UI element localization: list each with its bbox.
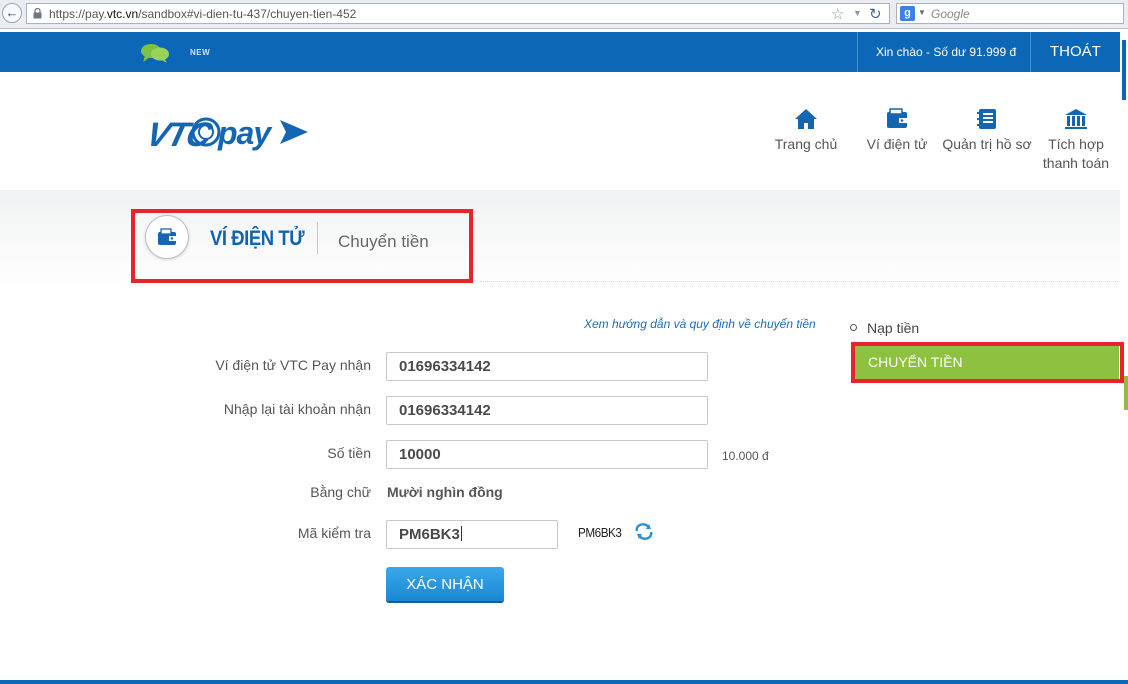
bullet-icon [850, 324, 857, 331]
amount-formatted: 10.000 đ [722, 449, 769, 463]
search-placeholder: Google [931, 7, 970, 21]
amount-in-words-value: Mười nghìn đồng [387, 484, 503, 500]
wallet-icon [887, 108, 907, 128]
google-icon: g [900, 6, 915, 21]
input-value: PM6BK3 [399, 526, 460, 543]
top-bar: NEW Xin chào - Số dư 91.999 đ THOÁT [0, 32, 1120, 72]
divider [480, 281, 1120, 282]
scrollbar-thumb[interactable] [1122, 40, 1126, 100]
recipient-wallet-label: Ví điện tử VTC Pay nhận [215, 357, 371, 373]
nav-profile-admin[interactable]: Quản trị hồ sơ [940, 108, 1034, 154]
captcha-label: Mã kiểm tra [297, 525, 371, 541]
lock-icon [33, 8, 42, 19]
captcha-input[interactable]: PM6BK3 [386, 520, 558, 549]
amount-input[interactable]: 10000 [386, 440, 708, 469]
footer-bar [0, 680, 1128, 684]
nav-payment-integration[interactable]: Tích hợp thanh toán [1038, 108, 1114, 173]
text-caret [460, 526, 462, 541]
new-badge: NEW [190, 48, 211, 57]
chevron-down-icon[interactable]: ▼ [853, 8, 862, 18]
amount-label: Số tiền [327, 445, 371, 461]
home-icon [795, 109, 817, 129]
highlight-box [131, 209, 473, 283]
svg-text:pay: pay [217, 115, 273, 151]
sidebar-item-label: Nạp tiền [867, 320, 920, 336]
nav-label: Trang chủ [774, 136, 838, 152]
chat-bubbles-icon[interactable] [140, 42, 170, 64]
nav-label: thanh toán [1042, 155, 1110, 171]
divider [857, 32, 858, 72]
recipient-wallet-input[interactable]: 01696334142 [386, 352, 708, 381]
bookmark-star-icon[interactable]: ☆ [831, 5, 844, 23]
nav-home[interactable]: Trang chủ [772, 108, 840, 154]
confirm-account-input[interactable]: 01696334142 [386, 396, 708, 425]
vtc-pay-logo[interactable]: VTC pay [140, 108, 310, 154]
confirm-button[interactable]: XÁC NHẬN [386, 567, 504, 601]
nav-label: Quản trị hồ sơ [942, 136, 1032, 152]
input-value: 01696334142 [399, 358, 491, 375]
side-tab-marker [1124, 376, 1128, 410]
guide-link[interactable]: Xem hướng dẫn và quy định về chuyển tiền [584, 317, 816, 331]
input-value: 01696334142 [399, 402, 491, 419]
reload-icon[interactable]: ↻ [869, 5, 882, 23]
captcha-image: PM6BK3 [578, 525, 622, 540]
chevron-down-icon[interactable]: ▼ [918, 8, 926, 17]
address-bar[interactable]: https://pay.vtc.vn/sandbox#vi-dien-tu-43… [26, 3, 890, 24]
svg-text:VTC: VTC [143, 116, 217, 153]
bank-icon [1065, 109, 1087, 129]
amount-in-words-label: Bằng chữ [310, 484, 371, 500]
divider [1030, 32, 1031, 72]
logout-link[interactable]: THOÁT [1050, 43, 1101, 60]
notebook-icon [977, 109, 996, 129]
nav-label: Tích hợp [1048, 136, 1104, 152]
highlight-box [851, 342, 1124, 383]
input-value: 10000 [399, 446, 441, 463]
sidebar-item-top-up[interactable]: Nạp tiền [850, 320, 919, 336]
refresh-captcha-icon[interactable] [634, 522, 654, 540]
confirm-account-label: Nhập lại tài khoản nhận [223, 401, 371, 417]
browser-toolbar: ← https://pay.vtc.vn/sandbox#vi-dien-tu-… [0, 0, 1128, 29]
nav-label: Ví điện tử [866, 136, 928, 152]
back-arrow-icon[interactable]: ← [2, 3, 22, 23]
url-text: https://pay.vtc.vn/sandbox#vi-dien-tu-43… [49, 7, 357, 21]
balance-greeting: Xin chào - Số dư 91.999 đ [876, 45, 1017, 59]
nav-wallet[interactable]: Ví điện tử [862, 108, 932, 154]
browser-search-box[interactable]: g ▼ Google [896, 3, 1124, 24]
